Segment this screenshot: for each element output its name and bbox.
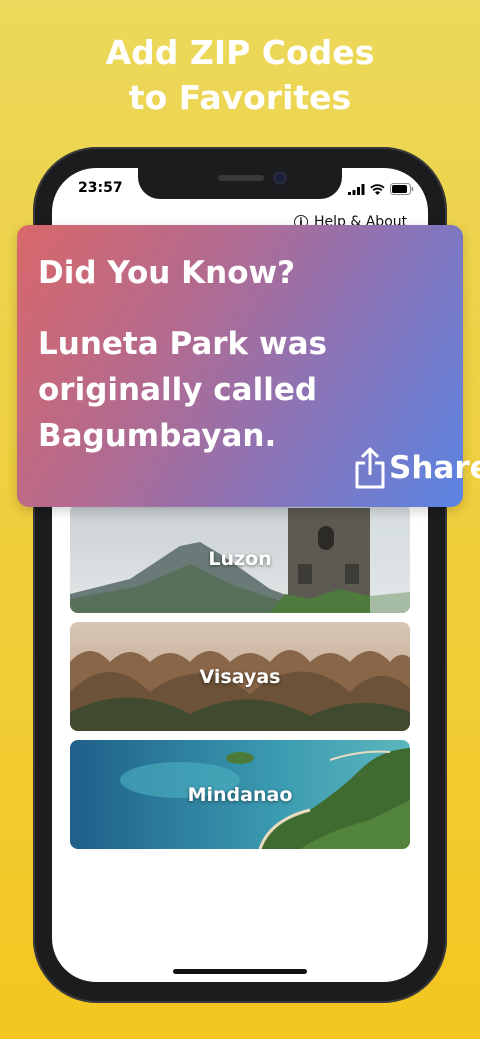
region-card-mindanao[interactable]: Mindanao bbox=[70, 740, 410, 849]
status-icons bbox=[348, 182, 414, 196]
headline-line-1: Add ZIP Codes bbox=[105, 33, 375, 72]
home-indicator[interactable] bbox=[173, 969, 307, 974]
fact-body: Luneta Park was originally called Bagumb… bbox=[38, 326, 327, 454]
notch bbox=[138, 165, 342, 199]
region-card-visayas[interactable]: Visayas bbox=[70, 622, 410, 731]
front-camera bbox=[273, 171, 287, 185]
battery-icon bbox=[390, 183, 414, 195]
promo-headline: Add ZIP Codes to Favorites bbox=[0, 30, 480, 120]
share-icon bbox=[355, 447, 385, 489]
region-label: Mindanao bbox=[187, 783, 293, 806]
region-card-luzon[interactable]: Luzon bbox=[70, 504, 410, 613]
fact-title: Did You Know? bbox=[38, 255, 296, 291]
share-label: Share bbox=[389, 450, 480, 486]
speaker bbox=[218, 175, 264, 181]
region-label: Luzon bbox=[208, 547, 272, 570]
wifi-icon bbox=[370, 183, 385, 195]
cellular-signal-icon bbox=[348, 183, 365, 195]
headline-line-2: to Favorites bbox=[128, 78, 352, 117]
share-button[interactable]: Share bbox=[353, 447, 480, 489]
fact-card: Did You Know? Luneta Park was originally… bbox=[17, 225, 480, 507]
region-label: Visayas bbox=[199, 665, 281, 688]
status-time: 23:57 bbox=[78, 180, 123, 196]
